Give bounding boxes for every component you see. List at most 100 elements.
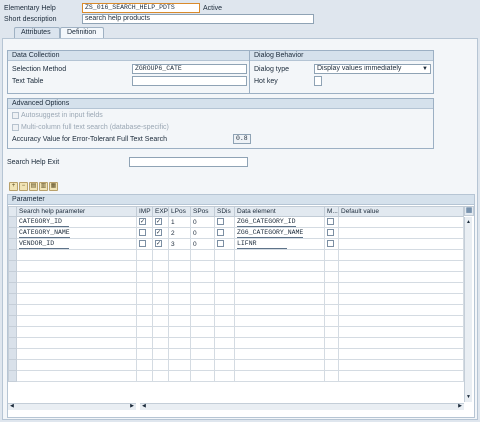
empty-cell[interactable] — [16, 282, 137, 294]
empty-cell[interactable] — [338, 249, 464, 261]
empty-cell[interactable] — [136, 359, 153, 371]
col-header-lpos[interactable]: LPos — [168, 206, 191, 217]
col-header-param[interactable]: Search help parameter — [16, 206, 137, 217]
empty-cell[interactable] — [136, 370, 153, 382]
m-checkbox[interactable] — [327, 240, 334, 248]
empty-cell[interactable] — [190, 359, 215, 371]
scroll-down-icon[interactable]: ▼ — [466, 394, 471, 400]
empty-cell[interactable] — [214, 260, 235, 272]
empty-cell[interactable] — [136, 271, 153, 283]
copy-row-icon[interactable]: ▤ — [29, 182, 38, 191]
autosuggest-checkbox[interactable] — [12, 112, 19, 119]
empty-cell[interactable] — [136, 249, 153, 261]
param-cell[interactable]: CATEGORY_NAME — [16, 227, 137, 239]
imp-cell[interactable]: ✓ — [136, 216, 153, 228]
empty-cell[interactable] — [190, 370, 215, 382]
empty-cell[interactable] — [152, 359, 169, 371]
empty-table-row[interactable] — [8, 370, 464, 382]
data-element-cell[interactable]: LIFNR — [234, 238, 325, 250]
empty-cell[interactable] — [152, 370, 169, 382]
default-value-cell[interactable] — [338, 227, 464, 239]
empty-cell[interactable] — [16, 260, 137, 272]
row-selector[interactable] — [8, 227, 17, 239]
empty-cell[interactable] — [214, 348, 235, 360]
m-checkbox[interactable] — [327, 229, 334, 237]
empty-table-row[interactable] — [8, 348, 464, 360]
default-value-cell[interactable] — [338, 216, 464, 228]
empty-cell[interactable] — [214, 370, 235, 382]
col-header-spos[interactable]: SPos — [190, 206, 215, 217]
row-selector[interactable] — [8, 348, 17, 360]
empty-table-row[interactable] — [8, 271, 464, 283]
tab-definition[interactable]: Definition — [60, 27, 104, 38]
empty-cell[interactable] — [136, 326, 153, 338]
empty-cell[interactable] — [324, 260, 339, 272]
short-description-field[interactable]: search help products — [82, 14, 314, 24]
spos-cell[interactable]: 0 — [190, 227, 215, 239]
data-element-cell[interactable]: ZG6_CATEGORY_NAME — [234, 227, 325, 239]
empty-cell[interactable] — [168, 326, 191, 338]
col-header-sdis[interactable]: SDis — [214, 206, 235, 217]
exp-checkbox[interactable]: ✓ — [155, 240, 162, 248]
empty-cell[interactable] — [338, 326, 464, 338]
empty-cell[interactable] — [214, 293, 235, 305]
empty-cell[interactable] — [152, 271, 169, 283]
empty-cell[interactable] — [136, 304, 153, 316]
chevron-down-icon[interactable]: ▼ — [422, 65, 428, 73]
col-header-default-value[interactable]: Default value — [338, 206, 464, 217]
sdis-checkbox[interactable] — [217, 240, 224, 248]
dialog-type-select[interactable]: Display values immediately ▼ — [314, 64, 431, 74]
empty-cell[interactable] — [190, 337, 215, 349]
empty-cell[interactable] — [324, 326, 339, 338]
empty-cell[interactable] — [234, 293, 325, 305]
empty-cell[interactable] — [324, 293, 339, 305]
empty-cell[interactable] — [324, 370, 339, 382]
imp-cell[interactable] — [136, 238, 153, 250]
empty-cell[interactable] — [234, 304, 325, 316]
empty-cell[interactable] — [214, 337, 235, 349]
empty-cell[interactable] — [190, 304, 215, 316]
select-all-cell[interactable] — [8, 206, 17, 217]
table-settings-icon[interactable]: ▦ — [464, 206, 474, 216]
empty-cell[interactable] — [324, 348, 339, 360]
empty-cell[interactable] — [168, 249, 191, 261]
row-selector[interactable] — [8, 260, 17, 272]
table-row[interactable]: CATEGORY_ID ✓ ✓ 1 0 ZG6_CATEGORY_ID — [8, 216, 464, 228]
m-cell[interactable] — [324, 238, 339, 250]
row-selector[interactable] — [8, 337, 17, 349]
empty-table-row[interactable] — [8, 337, 464, 349]
empty-cell[interactable] — [152, 337, 169, 349]
hot-key-field[interactable] — [314, 76, 322, 86]
row-selector[interactable] — [8, 216, 17, 228]
empty-cell[interactable] — [214, 315, 235, 327]
empty-cell[interactable] — [338, 271, 464, 283]
elementary-help-field[interactable]: ZS_016_SEARCH_HELP_PDTS — [82, 3, 200, 13]
row-selector[interactable] — [8, 370, 17, 382]
multicolumn-checkbox[interactable] — [12, 124, 19, 131]
empty-cell[interactable] — [168, 260, 191, 272]
col-header-imp[interactable]: IMP — [136, 206, 153, 217]
table-row[interactable]: VENDOR_ID ✓ 3 0 LIFNR — [8, 238, 464, 250]
empty-cell[interactable] — [152, 282, 169, 294]
row-selector[interactable] — [8, 271, 17, 283]
empty-cell[interactable] — [16, 359, 137, 371]
row-selector[interactable] — [8, 304, 17, 316]
empty-cell[interactable] — [16, 370, 137, 382]
scroll-up-icon[interactable]: ▲ — [466, 219, 471, 225]
empty-cell[interactable] — [168, 337, 191, 349]
imp-checkbox[interactable] — [139, 240, 146, 248]
empty-table-row[interactable] — [8, 293, 464, 305]
empty-cell[interactable] — [338, 304, 464, 316]
empty-cell[interactable] — [16, 293, 137, 305]
empty-cell[interactable] — [234, 359, 325, 371]
empty-cell[interactable] — [234, 282, 325, 294]
lpos-cell[interactable]: 2 — [168, 227, 191, 239]
paste-row-icon[interactable]: ▥ — [39, 182, 48, 191]
empty-cell[interactable] — [190, 315, 215, 327]
empty-cell[interactable] — [214, 326, 235, 338]
empty-cell[interactable] — [16, 337, 137, 349]
empty-cell[interactable] — [152, 293, 169, 305]
horizontal-scrollbar[interactable]: ◀ ▶ — [140, 403, 464, 410]
empty-cell[interactable] — [16, 271, 137, 283]
row-selector[interactable] — [8, 293, 17, 305]
